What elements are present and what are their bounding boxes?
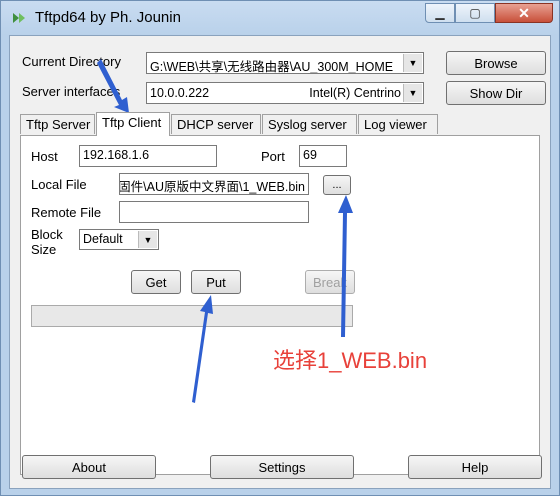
browse-local-file-button[interactable]: ... [323,175,351,195]
break-button[interactable]: Break [305,270,355,294]
show-dir-button[interactable]: Show Dir [446,81,546,105]
current-directory-label: Current Directory [22,54,121,69]
tftp-client-panel: Host 192.168.1.6 Port 69 Local File 固件\A… [20,135,540,475]
maximize-icon: ▢ [469,6,481,20]
title-bar[interactable]: Tftpd64 by Ph. Jounin ▁ ▢ ✕ [1,1,559,35]
transfer-progress-bar [31,305,353,327]
remote-file-input[interactable] [119,201,309,223]
browse-button[interactable]: Browse [446,51,546,75]
remote-file-label: Remote File [31,205,102,220]
server-interface-label: Server interfaces [22,84,121,99]
settings-button[interactable]: Settings [210,455,354,479]
main-panel: Current Directory G:\WEB\共享\无线路由器\AU_300… [9,35,551,489]
host-input[interactable]: 192.168.1.6 [79,145,217,167]
tftpd-app-icon [13,13,25,23]
minimize-icon: ▁ [435,6,445,20]
local-file-input[interactable]: 固件\AU原版中文界面\1_WEB.bin [119,173,309,195]
server-interface-ip: 10.0.0.222 [150,86,210,100]
annotation-text: 选择1_WEB.bin [273,348,428,373]
tab-dhcp-server[interactable]: DHCP server [171,114,261,134]
port-input[interactable]: 69 [299,145,347,167]
current-directory-select[interactable]: G:\WEB\共享\无线路由器\AU_300M_HOME ▼ [146,52,424,74]
host-label: Host [31,149,58,164]
about-button[interactable]: About [22,455,156,479]
tab-log-viewer[interactable]: Log viewer [358,114,438,134]
local-file-label: Local File [31,177,87,192]
chevron-down-icon[interactable]: ▼ [403,54,422,72]
block-size-value: Default [83,232,123,246]
tab-tftp-client[interactable]: Tftp Client [96,112,170,136]
block-size-label-line1: Block [31,227,63,242]
server-interface-adapter: Intel(R) Centrino [309,86,401,100]
server-interface-select[interactable]: 10.0.0.222 Intel(R) Centrino ▼ [146,82,424,104]
app-window: Tftpd64 by Ph. Jounin ▁ ▢ ✕ Current Dire… [0,0,560,496]
close-button[interactable]: ✕ [495,3,553,23]
tab-tftp-server[interactable]: Tftp Server [20,114,95,134]
put-button[interactable]: Put [191,270,241,294]
port-label: Port [261,149,285,164]
chevron-down-icon[interactable]: ▼ [403,84,422,102]
get-button[interactable]: Get [131,270,181,294]
chevron-down-icon[interactable]: ▼ [138,231,157,248]
block-size-select[interactable]: Default ▼ [79,229,159,250]
current-directory-value: G:\WEB\共享\无线路由器\AU_300M_HOME [150,60,394,74]
minimize-button[interactable]: ▁ [425,3,455,23]
window-title: Tftpd64 by Ph. Jounin [35,9,181,26]
close-icon: ✕ [518,4,530,21]
tab-syslog-server[interactable]: Syslog server [262,114,357,134]
maximize-button[interactable]: ▢ [455,3,495,23]
block-size-label-line2: Size [31,242,57,257]
help-button[interactable]: Help [408,455,542,479]
local-file-value: 固件\AU原版中文界面\1_WEB.bin [119,180,305,194]
